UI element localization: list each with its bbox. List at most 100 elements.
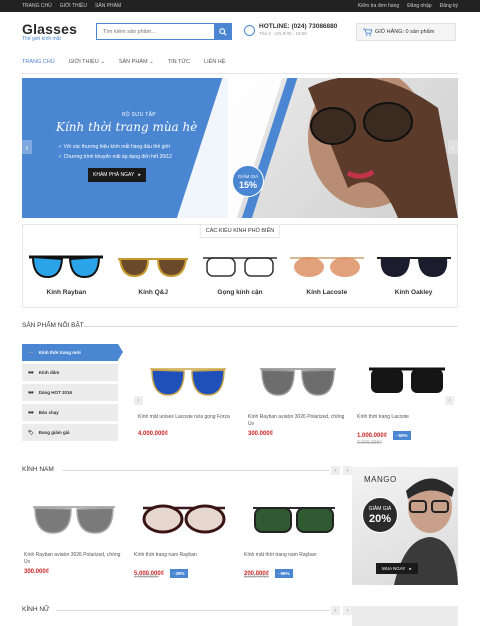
featured-section-header: SẢN PHẨM NỔI BẬT [22, 318, 458, 332]
cart-button[interactable]: GIỎ HÀNG: 0 sản phẩm [356, 23, 456, 41]
logo-text: Glasses [22, 20, 78, 37]
chevron-down-icon: ⌄ [100, 58, 105, 65]
product-name[interactable]: Kính thời trang Lacoste [357, 414, 457, 428]
glasses-image [24, 247, 108, 285]
women-next-button[interactable]: › [343, 606, 352, 615]
style-label: Kính Q&J [138, 289, 168, 296]
explore-label: KHÁM PHÁ NGAY [93, 172, 135, 178]
glasses-image [372, 247, 456, 285]
ad-brand: MANGO [364, 475, 397, 484]
tab-sunglasses[interactable]: 🕶 Kính dâm [22, 364, 118, 381]
nav-about[interactable]: GIỚI THIỆU ⌄ [69, 59, 105, 65]
banner-subtitle: BỘ SƯU TẬP [122, 112, 156, 118]
style-label: Gọng kính cận [217, 289, 263, 296]
tab-label: Đang giảm giá [38, 430, 70, 435]
style-label: Kính Lacoste [306, 289, 348, 296]
bullet-text: Với các thương hiệu kính mắt hàng đầu th… [63, 144, 170, 150]
product-price: 4.000.000₫ [138, 431, 168, 437]
top-link-about[interactable]: GIỚI THIỆU [60, 3, 87, 9]
search-icon [218, 27, 227, 36]
glasses-image [198, 247, 282, 285]
tab-label: Bán chạy [38, 410, 59, 415]
sale-icon: 🏷 [28, 429, 34, 435]
product-name[interactable]: Kính thời trang nam Rayban [134, 552, 234, 566]
style-item[interactable]: Kính Rayban [24, 247, 108, 296]
style-label: Kính Oakley [394, 289, 433, 296]
featured-products: 👓 Kính thời trang mới 🕶 Kính dâm 🕶 Dáng HOT… [22, 344, 458, 450]
hero-banner: GIẢM GIÁ 15% BỘ SƯU TẬP Kính thời trang … [22, 78, 458, 218]
top-bar-right: Kiểm tra đơn hàng Đăng nhập Đăng ký [358, 3, 458, 9]
banner-bullet: ✓ Với các thương hiệu kính mắt hàng đầu … [58, 144, 170, 150]
buy-now-label: MUA NGAY [382, 566, 406, 571]
nav-news[interactable]: TIN TỨC [168, 59, 190, 65]
explore-button[interactable]: KHÁM PHÁ NGAY ▸ [88, 168, 146, 182]
opening-hours: Thứ 2 - CN 9:00 - 18:00 [259, 31, 307, 36]
mango-promo-banner[interactable]: MANGO GIẢM GIÁ 20% MUA NGAY ▸ [352, 467, 458, 585]
play-icon: ▸ [409, 565, 412, 571]
men-prev-button[interactable]: ‹ [331, 466, 340, 475]
product-price: 300.000₫ [24, 569, 49, 575]
product-name[interactable]: Kính Rayban aviator 3026 Polarized, chốn… [248, 414, 348, 428]
glasses-image [285, 247, 369, 285]
top-link-order-check[interactable]: Kiểm tra đơn hàng [358, 3, 399, 9]
nav-home[interactable]: TRANG CHỦ [22, 59, 55, 65]
glasses-image [111, 247, 195, 285]
slider-prev-button[interactable]: ‹ [22, 140, 32, 154]
style-list: Kính Rayban Kính Q&J Gọng kính cận Kính … [23, 247, 457, 296]
product-image [24, 486, 124, 552]
nav-contact[interactable]: LIÊN HỆ [204, 59, 225, 65]
search-button[interactable] [214, 24, 231, 39]
banner-bullets: ✓ Với các thương hiệu kính mắt hàng đầu … [58, 142, 172, 162]
phone-icon [244, 25, 255, 36]
buy-now-button[interactable]: MUA NGAY ▸ [376, 563, 418, 574]
style-item[interactable]: Gọng kính cận [198, 247, 282, 296]
logo-tagline: Thế giới kính mắt [22, 35, 61, 42]
ad-discount-badge: GIẢM GIÁ 20% [362, 497, 398, 533]
chevron-right-icon: › [346, 607, 349, 614]
play-icon: ▸ [138, 172, 141, 178]
product-card[interactable]: Kính thời trang nam Rayban 5.000.000₫ - … [134, 486, 234, 580]
top-bar-left: TRANG CHỦ GIỚI THIỆU SẢN PHẨM [22, 3, 121, 9]
product-image [244, 486, 344, 552]
top-link-login[interactable]: Đăng nhập [407, 3, 431, 9]
product-card[interactable]: Kính thời trang Lacoste 1.000.000₫ - 50%… [357, 348, 457, 446]
product-card[interactable]: Kính Rayban aviator 3026 Polarized, chốn… [248, 348, 348, 437]
top-link-products[interactable]: SẢN PHẨM [95, 3, 121, 9]
product-card[interactable]: Kính Rayban aviator 3026 Polarized, chốn… [24, 486, 124, 575]
tab-best-selling[interactable]: 🕶 Bán chạy [22, 404, 118, 421]
search-bar [96, 23, 232, 40]
top-link-register[interactable]: Đăng ký [440, 3, 458, 9]
men-next-button[interactable]: › [343, 466, 352, 475]
product-image [248, 348, 348, 414]
tab-on-sale[interactable]: 🏷 Đang giảm giá [22, 424, 118, 441]
product-name[interactable]: Kính mắt thời trang nam Rayban [244, 552, 344, 566]
hotline: HOTLINE: (024) 73086880 Thứ 2 - CN 9:00 … [244, 23, 337, 36]
top-link-home[interactable]: TRANG CHỦ [22, 3, 52, 9]
product-old-price: 2.000.000₫ [357, 440, 382, 446]
women-prev-button[interactable]: ‹ [331, 606, 340, 615]
style-label: Kính Rayban [46, 289, 87, 296]
product-card[interactable]: Kính mắt unisex Lacoste nửa gọng Forza 4… [138, 348, 238, 437]
product-name[interactable]: Kính Rayban aviator 3026 Polarized, chốn… [24, 552, 124, 566]
women-promo-banner[interactable] [352, 606, 458, 626]
section-title: KÍNH NAM [22, 466, 54, 473]
discount-label: GIẢM GIÁ [368, 506, 392, 512]
search-input[interactable] [97, 24, 214, 39]
logo[interactable]: Glasses Thế giới kính mắt [22, 21, 90, 42]
section-title: KÍNH NỮ [22, 606, 50, 613]
discount-label: GIẢM GIÁ [237, 174, 259, 179]
product-card[interactable]: Kính mắt thời trang nam Rayban 200.000₫ … [244, 486, 344, 580]
product-price-row: 300.000₫ [248, 431, 348, 437]
cart-icon [363, 28, 372, 36]
style-item[interactable]: Kính Oakley [372, 247, 456, 296]
product-image [138, 348, 238, 414]
tab-label: Dáng HOT 2016 [38, 390, 72, 395]
chevron-right-icon: › [346, 467, 349, 474]
slider-next-button[interactable]: › [448, 140, 458, 154]
tab-hot-2016[interactable]: 🕶 Dáng HOT 2016 [22, 384, 118, 401]
style-item[interactable]: Kính Q&J [111, 247, 195, 296]
nav-products[interactable]: SẢN PHẨM ⌄ [119, 59, 154, 65]
tab-new-fashion[interactable]: 👓 Kính thời trang mới [22, 344, 123, 361]
product-name[interactable]: Kính mắt unisex Lacoste nửa gọng Forza [138, 414, 238, 428]
style-item[interactable]: Kính Lacoste [285, 247, 369, 296]
